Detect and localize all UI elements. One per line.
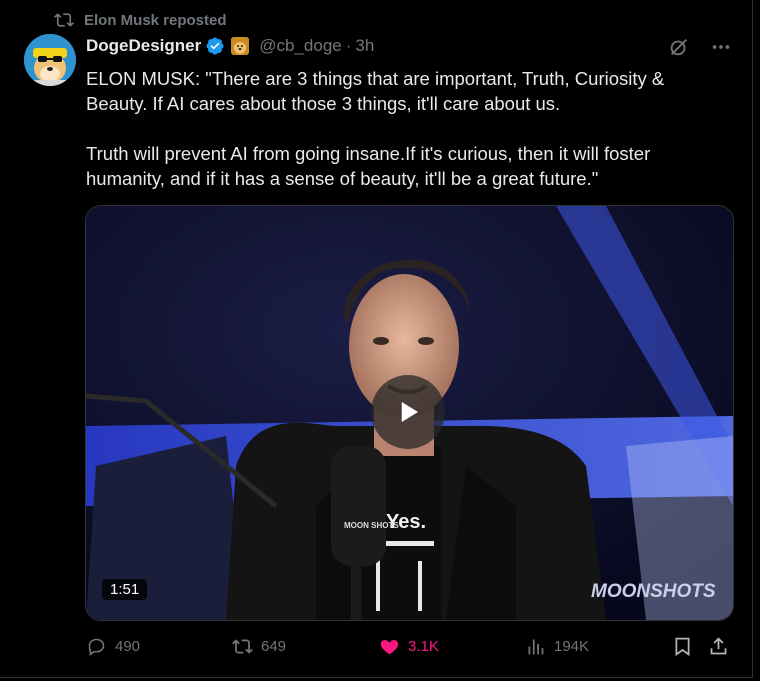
play-button[interactable]	[371, 375, 445, 449]
repost-label: Elon Musk reposted	[84, 11, 227, 29]
views-count: 194K	[554, 638, 590, 655]
mic-text: MOON SHOTS	[344, 521, 399, 530]
repost-button[interactable]: 649	[232, 636, 286, 657]
verified-badge-icon[interactable]	[205, 36, 225, 56]
like-count: 3.1K	[408, 638, 439, 655]
tweet-time[interactable]: 3h	[355, 36, 374, 56]
views-button[interactable]: 194K	[525, 636, 589, 657]
affiliate-badge-icon[interactable]	[231, 37, 250, 55]
tweet-top-actions	[668, 36, 732, 58]
video-duration: 1:51	[102, 579, 148, 600]
bookmark-button[interactable]	[672, 636, 693, 657]
more-icon[interactable]	[710, 36, 732, 58]
author-handle[interactable]: @cb_doge	[259, 36, 342, 56]
repost-icon	[232, 639, 253, 654]
tweet-paragraph: ELON MUSK: "There are 3 things that are …	[86, 68, 665, 114]
author-name[interactable]: DogeDesigner	[86, 36, 201, 56]
share-icon	[710, 637, 727, 655]
reply-count: 490	[115, 638, 141, 655]
heart-icon	[380, 639, 399, 655]
play-icon	[401, 402, 418, 422]
reply-button[interactable]: 490	[86, 636, 140, 657]
separator: ·	[345, 36, 352, 55]
repost-count: 649	[261, 638, 287, 655]
grok-icon[interactable]	[668, 36, 690, 58]
video-watermark: MOONSHOTS	[591, 581, 716, 602]
avatar[interactable]	[24, 34, 76, 86]
tweet-header: DogeDesigner @cb_doge · 3h	[86, 36, 374, 56]
reply-icon	[88, 638, 105, 656]
like-button[interactable]: 3.1K	[379, 636, 439, 657]
analytics-icon	[528, 639, 544, 655]
tweet-paragraph: Truth will prevent AI from going insane.…	[86, 143, 651, 189]
tweet-actions: 490 649 3.1K 194K	[86, 632, 732, 664]
repost-banner[interactable]: Elon Musk reposted	[54, 10, 227, 30]
share-button[interactable]	[708, 636, 729, 657]
bookmark-icon	[675, 637, 690, 657]
tweet-text: ELON MUSK: "There are 3 things that are …	[86, 66, 706, 216]
repost-icon	[54, 13, 74, 27]
